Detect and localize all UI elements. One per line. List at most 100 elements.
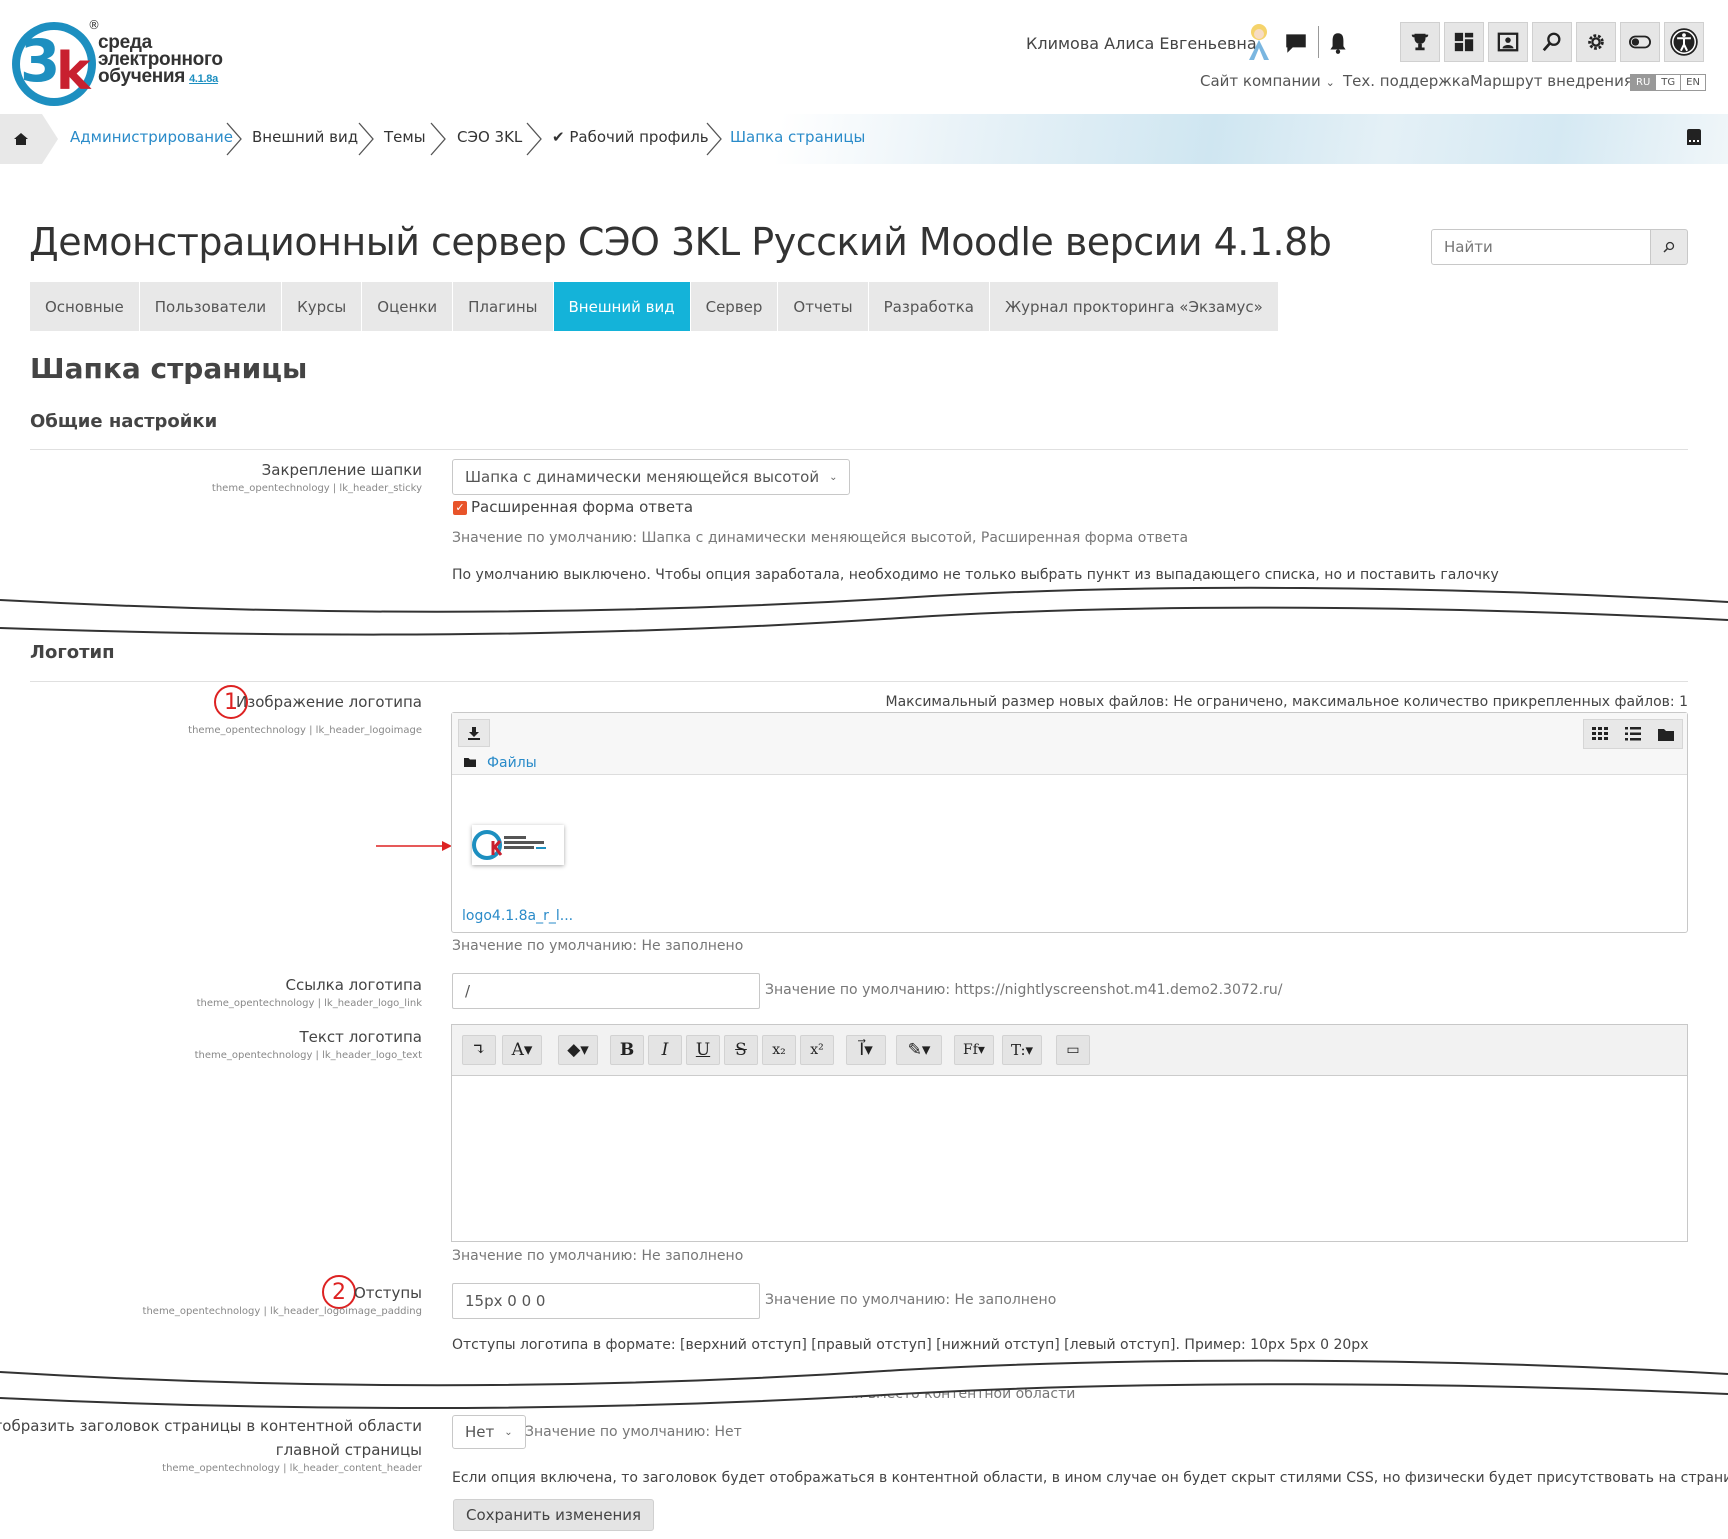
lang-tg[interactable]: TG — [1656, 75, 1682, 90]
editor-subscript-button[interactable]: x₂ — [762, 1035, 796, 1065]
theme-toggle-button[interactable] — [1620, 22, 1660, 62]
logo-link-default: Значение по умолчанию: https://nightlysc… — [765, 982, 1283, 998]
achievements-button[interactable] — [1400, 22, 1440, 62]
view-switcher — [1583, 719, 1683, 749]
search-button[interactable] — [1650, 229, 1688, 265]
editor-clear-format-button[interactable]: I⃗▾ — [846, 1035, 886, 1065]
download-button[interactable] — [458, 719, 490, 747]
site-logo[interactable]: 3 k ® среда электронного обучения 4.1.8a — [12, 18, 223, 106]
logo-link-input[interactable]: / — [452, 973, 760, 1009]
editor-background-color-button[interactable]: ◆▾ — [558, 1035, 598, 1065]
settings-button[interactable] — [1576, 22, 1616, 62]
company-site-link[interactable]: Сайт компании ⌄ — [1200, 72, 1335, 90]
tab-proctoring-log[interactable]: Журнал прокторинга «Экзамус» — [990, 282, 1279, 331]
padding-label: Отступы — [353, 1284, 422, 1302]
accessibility-button[interactable] — [1664, 22, 1704, 62]
content-header-default: Значение по умолчанию: Нет — [525, 1424, 742, 1440]
sticky-header-note: По умолчанию выключено. Чтобы опция зара… — [452, 567, 1499, 583]
editor-html-button[interactable]: ▭ — [1056, 1035, 1090, 1065]
grid-view-icon[interactable] — [1592, 727, 1609, 741]
editor-bold-button[interactable]: B — [610, 1035, 644, 1065]
logo-version: 4.1.8a — [189, 73, 218, 85]
tab-reports[interactable]: Отчеты — [778, 282, 869, 331]
general-settings-heading: Общие настройки — [30, 411, 218, 432]
editor-strikethrough-button[interactable]: S — [724, 1035, 758, 1065]
magnifier-icon — [1542, 32, 1561, 52]
extended-form-checkbox[interactable]: ✓ — [453, 501, 467, 515]
editor-font-size-button[interactable]: T:▾ — [1002, 1035, 1042, 1065]
content-header-key: theme_opentechnology | lk_header_content… — [162, 1463, 422, 1474]
home-button[interactable] — [0, 114, 58, 164]
breadcrumb-themes[interactable]: Темы — [384, 128, 426, 146]
editor-style-button[interactable]: ✎▾ — [896, 1035, 942, 1065]
tab-general[interactable]: Основные — [30, 282, 140, 331]
dock-icon[interactable] — [1686, 128, 1702, 146]
logo-image-key: theme_opentechnology | lk_header_logoima… — [188, 725, 422, 736]
tab-users[interactable]: Пользователи — [139, 282, 283, 331]
support-link[interactable]: Тех. поддержка — [1343, 72, 1470, 90]
logo-letter: k — [56, 42, 91, 102]
chevron-down-icon: ⌄ — [1325, 76, 1335, 89]
logo-text-editor: ↴ A▾ ◆▾ B I U S x₂ x² I⃗▾ ✎▾ Ff▾ T:▾ ▭ — [451, 1024, 1688, 1242]
logo-thumbnail[interactable] — [472, 825, 564, 865]
divider — [30, 449, 1688, 450]
content-header-select[interactable]: Нет ⌄ — [452, 1415, 526, 1449]
tab-server[interactable]: Сервер — [690, 282, 779, 331]
sticky-header-default: Значение по умолчанию: Шапка с динамичес… — [452, 530, 1189, 546]
messages-icon[interactable] — [1283, 30, 1309, 56]
logo-thumbnail-image — [472, 830, 546, 860]
save-changes-button[interactable]: Сохранить изменения — [453, 1499, 655, 1531]
max-file-size-note: Максимальный размер новых файлов: Не огр… — [885, 694, 1688, 710]
content-header-value: Нет — [465, 1423, 495, 1441]
editor-font-color-button[interactable]: A▾ — [502, 1035, 542, 1065]
tab-grades[interactable]: Оценки — [362, 282, 454, 331]
breadcrumb-current[interactable]: Шапка страницы — [730, 128, 865, 146]
editor-superscript-button[interactable]: x² — [800, 1035, 834, 1065]
editor-content-area[interactable] — [452, 1077, 1687, 1242]
search-tool-button[interactable] — [1532, 22, 1572, 62]
user-avatar[interactable] — [1244, 22, 1274, 62]
roadmap-link[interactable]: Маршрут внедрения — [1470, 72, 1633, 90]
folder-view-icon[interactable] — [1657, 727, 1674, 741]
breadcrumb-work-profile[interactable]: ✔ Рабочий профиль — [552, 128, 709, 146]
list-view-icon[interactable] — [1624, 727, 1641, 741]
editor-collapse-button[interactable]: ↴ — [462, 1035, 496, 1065]
folder-icon — [464, 758, 476, 767]
lang-en[interactable]: EN — [1681, 75, 1705, 90]
content-header-note: Если опция включена, то заголовок будет … — [452, 1470, 1728, 1486]
tab-courses[interactable]: Курсы — [282, 282, 363, 331]
breadcrumb-chevron-icon — [706, 122, 722, 156]
files-path-link[interactable]: Файлы — [487, 755, 537, 771]
breadcrumb-appearance[interactable]: Внешний вид — [252, 128, 358, 146]
tab-plugins[interactable]: Плагины — [453, 282, 554, 331]
breadcrumb-theme-3kl[interactable]: СЭО 3KL — [457, 128, 522, 146]
dashboard-button[interactable] — [1444, 22, 1484, 62]
divider — [30, 681, 1688, 682]
tab-appearance[interactable]: Внешний вид — [553, 282, 691, 331]
header-separator — [1318, 26, 1319, 58]
language-switcher: RU TG EN — [1630, 74, 1706, 91]
download-icon — [468, 727, 480, 740]
tab-development[interactable]: Разработка — [868, 282, 990, 331]
breadcrumb-admin[interactable]: Администрирование — [70, 128, 233, 146]
editor-font-family-button[interactable]: Ff▾ — [954, 1035, 994, 1065]
logo-file-name[interactable]: logo4.1.8a_r_l... — [462, 908, 573, 924]
logo-registered-mark: ® — [88, 18, 100, 32]
extended-form-label: Расширенная форма ответа — [471, 498, 694, 516]
tear-line-decoration — [0, 586, 1728, 636]
editor-underline-button[interactable]: U — [686, 1035, 720, 1065]
profile-card-button[interactable] — [1488, 22, 1528, 62]
user-name[interactable]: Климова Алиса Евгеньевна — [1026, 34, 1257, 53]
sticky-header-label: Закрепление шапки — [261, 461, 422, 479]
logo-link-label: Ссылка логотипа — [285, 976, 422, 994]
notifications-bell-icon[interactable] — [1325, 30, 1351, 56]
section-title: Шапка страницы — [30, 352, 308, 385]
trophy-icon — [1411, 33, 1429, 51]
sticky-header-select[interactable]: Шапка с динамически меняющейся высотой ⌄ — [452, 459, 851, 495]
logo-text-key: theme_opentechnology | lk_header_logo_te… — [194, 1050, 422, 1061]
search-input[interactable] — [1431, 229, 1651, 265]
editor-italic-button[interactable]: I — [648, 1035, 682, 1065]
padding-input[interactable]: 15px 0 0 0 — [452, 1283, 760, 1319]
lang-ru[interactable]: RU — [1631, 75, 1657, 90]
search-icon — [1663, 241, 1675, 253]
